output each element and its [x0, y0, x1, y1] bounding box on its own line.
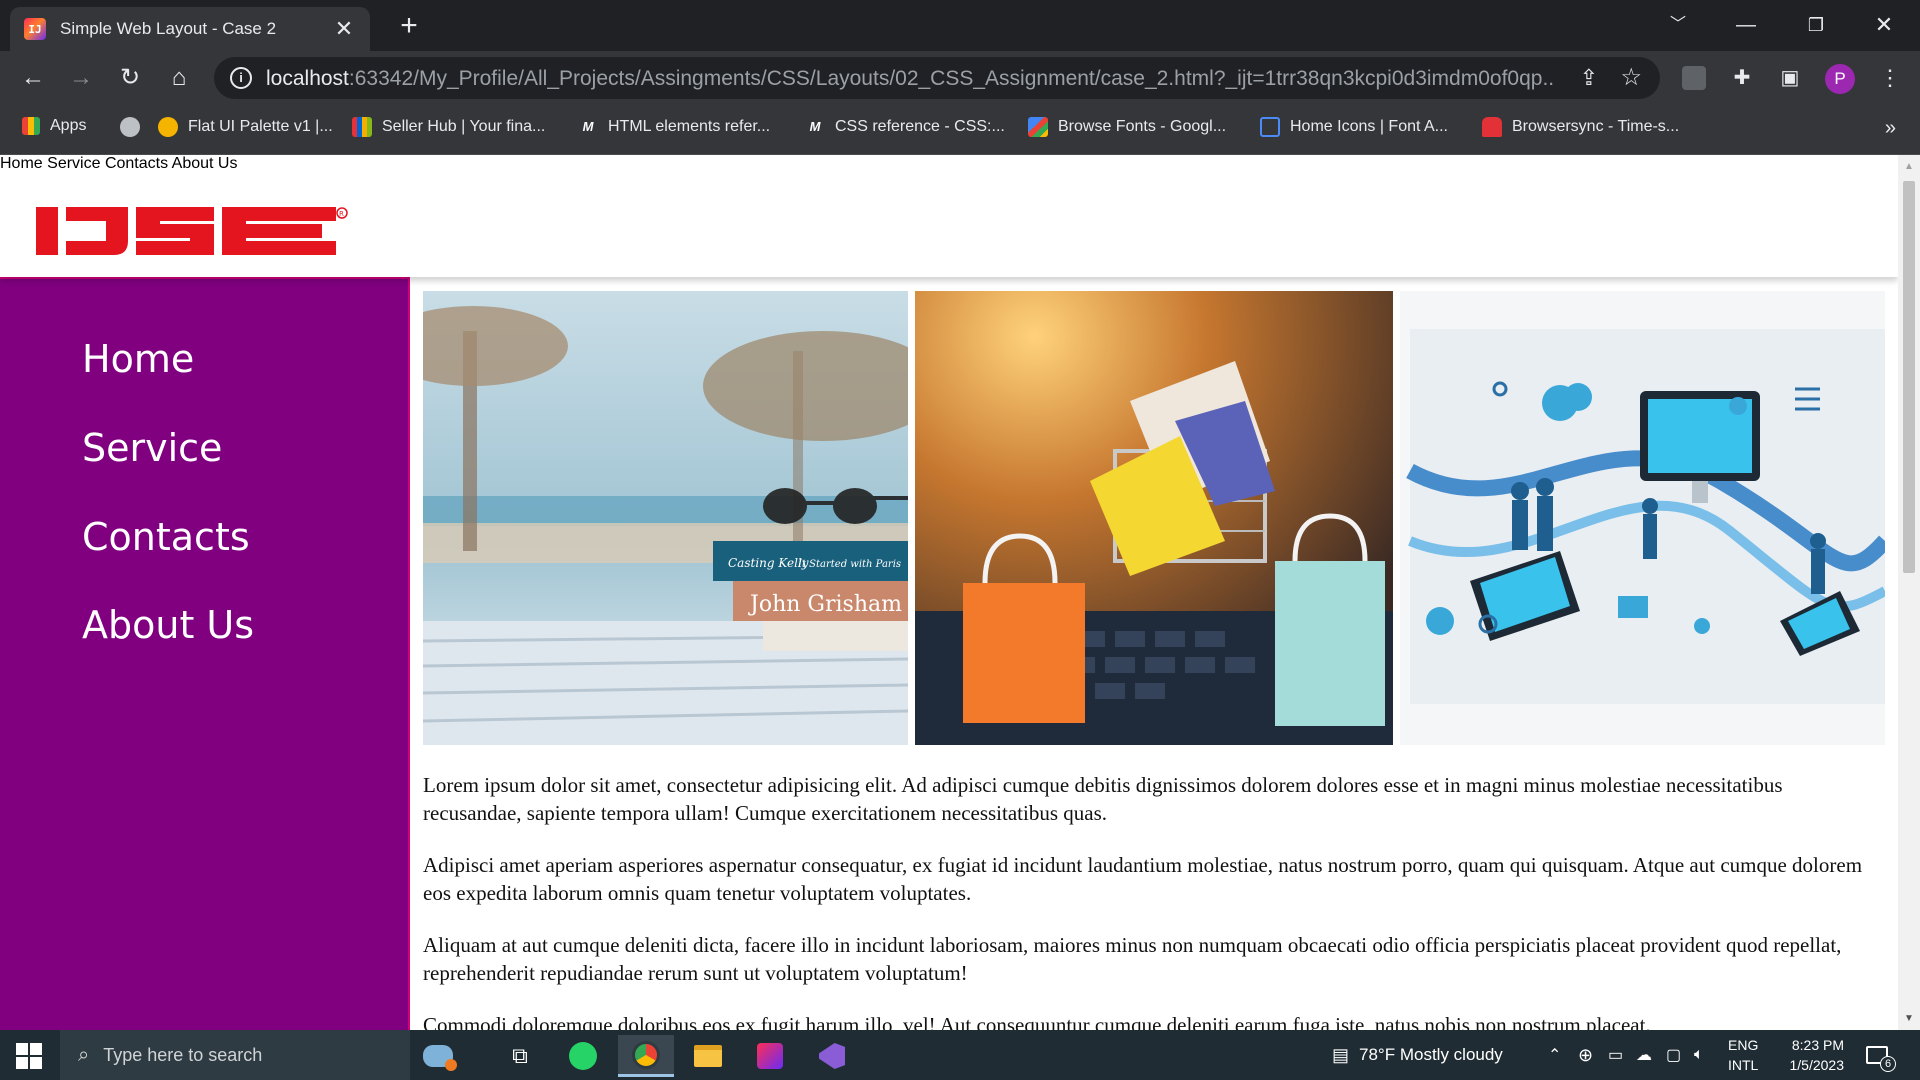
top-nav-home[interactable]: Home: [0, 155, 43, 172]
bookmark-css-reference[interactable]: M CSS reference - CSS:...: [805, 117, 1005, 137]
intellij-favicon-icon: IJ: [24, 18, 46, 40]
extensions-puzzle-icon[interactable]: ✚: [1728, 64, 1756, 92]
taskbar-search-input[interactable]: ⌕ Type here to search: [60, 1030, 410, 1080]
tab-search-chevron-icon[interactable]: ﹀: [1650, 8, 1706, 42]
new-tab-button[interactable]: +: [393, 10, 425, 42]
content-paragraph-4: Commodi doloremque doloribus eos ex fugi…: [423, 1013, 1651, 1030]
scroll-down-arrow-icon[interactable]: ▼: [1904, 1013, 1914, 1024]
notification-icon: 6: [1866, 1046, 1896, 1072]
notification-count-badge: 6: [1880, 1056, 1896, 1072]
tab-title: Simple Web Layout - Case 2: [60, 19, 277, 38]
seller-hub-icon: [352, 117, 372, 137]
address-bar[interactable]: i localhost:63342/My_Profile/All_Project…: [214, 57, 1660, 99]
top-nav-about-us[interactable]: About Us: [172, 155, 238, 172]
windows-taskbar: ⌕ Type here to search ⧉ ▤ 78°F Mostly cl…: [0, 1030, 1920, 1080]
bookmark-html-elements[interactable]: M HTML elements refer...: [578, 117, 771, 137]
cloud-sync-icon[interactable]: ☁: [1636, 1030, 1652, 1080]
home-button[interactable]: ⌂: [162, 61, 196, 95]
display-icon[interactable]: ▢: [1666, 1030, 1681, 1080]
weather-news-icon: ▤: [1332, 1044, 1350, 1065]
scroll-thumb[interactable]: [1903, 181, 1915, 573]
content-paragraph-1: Lorem ipsum dolor sit amet, consectetur …: [423, 773, 1783, 825]
visual-studio-icon[interactable]: [804, 1035, 860, 1077]
shopping-cart-image: [915, 291, 1393, 745]
profile-avatar[interactable]: P: [1825, 64, 1855, 94]
page-scrollbar[interactable]: ▲ ▼: [1898, 155, 1920, 1030]
scroll-up-arrow-icon[interactable]: ▲: [1904, 161, 1914, 172]
bookmarks-overflow-icon[interactable]: »: [1885, 117, 1896, 140]
network-globe-icon[interactable]: ⊕: [1578, 1030, 1593, 1080]
file-explorer-icon[interactable]: [680, 1035, 736, 1077]
windows-start-icon[interactable]: [16, 1043, 42, 1069]
side-nav-home[interactable]: Home: [82, 337, 194, 381]
side-nav-about-us[interactable]: About Us: [82, 603, 254, 647]
tray-chevron-icon[interactable]: ⌃: [1548, 1030, 1561, 1080]
top-nav-contacts[interactable]: Contacts: [105, 155, 168, 172]
notifications-button[interactable]: 6: [1866, 1030, 1896, 1080]
browser-toolbar: ← → ↻ ⌂ i localhost:63342/My_Profile/All…: [0, 51, 1920, 105]
font-awesome-flag-icon: [1260, 117, 1280, 137]
address-bar-url[interactable]: localhost:63342/My_Profile/All_Projects/…: [266, 67, 1556, 91]
weather-status[interactable]: ▤ 78°F Mostly cloudy: [1332, 1030, 1503, 1080]
reload-button[interactable]: ↻: [113, 61, 147, 95]
bookmark-font-awesome[interactable]: Home Icons | Font A...: [1260, 117, 1448, 137]
bookmark-browsersync[interactable]: Browsersync - Time-s...: [1482, 117, 1679, 137]
svg-text:It Started with Paris: It Started with Paris: [797, 559, 901, 570]
mdn-icon: M: [809, 119, 821, 134]
tab-close-icon[interactable]: ✕: [332, 16, 356, 42]
task-view-icon[interactable]: ⧉: [492, 1035, 548, 1077]
minimize-button[interactable]: —: [1718, 8, 1774, 42]
battery-icon[interactable]: ▭: [1608, 1030, 1623, 1080]
side-nav-contacts[interactable]: Contacts: [82, 515, 250, 559]
side-panel-icon[interactable]: ▣: [1776, 64, 1804, 92]
page-viewport: R Home Service Contacts About Us Home Se…: [0, 155, 1898, 1030]
language-indicator[interactable]: ENG INTL: [1728, 1030, 1758, 1080]
bookmark-flat-ui[interactable]: Flat UI Palette v1 |...: [158, 117, 333, 137]
top-nav-service[interactable]: Service: [47, 155, 100, 172]
extension-icon[interactable]: [1682, 66, 1706, 90]
site-header: R Home Service Contacts About Us: [0, 155, 1898, 277]
svg-text:John Grisham: John Grisham: [748, 592, 902, 617]
side-nav-service[interactable]: Service: [82, 426, 222, 470]
palette-icon: [158, 117, 178, 137]
bookmark-star-icon[interactable]: ☆: [1620, 63, 1642, 92]
svg-text:R: R: [339, 210, 344, 218]
google-fonts-icon: [1028, 117, 1048, 137]
share-icon[interactable]: ⇪: [1580, 65, 1598, 91]
bookmark-google-fonts[interactable]: Browse Fonts - Googl...: [1028, 117, 1226, 137]
top-nav: Home Service Contacts About Us: [0, 155, 1898, 173]
content-paragraph-2: Adipisci amet aperiam asperiores asperna…: [423, 853, 1863, 905]
forward-button[interactable]: →: [64, 61, 98, 95]
browsersync-icon: [1482, 117, 1502, 137]
search-icon: ⌕: [78, 1043, 90, 1066]
menu-kebab-icon[interactable]: ⋮: [1876, 64, 1904, 92]
intellij-taskbar-icon[interactable]: [742, 1035, 798, 1077]
globe-icon: [120, 117, 140, 137]
apps-grid-icon: [22, 117, 40, 135]
beach-books-image: Casting Kelly It Started with Paris John…: [423, 291, 908, 745]
svg-text:Casting Kelly: Casting Kelly: [728, 556, 809, 570]
bookmarks-bar: Apps Flat UI Palette v1 |... Seller Hub …: [0, 105, 1920, 155]
bookmark-seller-hub[interactable]: Seller Hub | Your fina...: [352, 117, 545, 137]
whatsapp-icon[interactable]: [555, 1035, 611, 1077]
volume-icon[interactable]: 🔈︎: [1694, 1030, 1704, 1080]
technology-network-image: [1400, 291, 1885, 745]
close-window-button[interactable]: ✕: [1856, 8, 1912, 42]
mdn-icon: M: [582, 119, 594, 134]
bookmark-apps[interactable]: Apps: [22, 117, 86, 135]
weather-widget-icon[interactable]: [410, 1035, 466, 1077]
clock[interactable]: 8:23 PM 1/5/2023: [1782, 1030, 1845, 1080]
chrome-taskbar-icon[interactable]: [618, 1035, 674, 1077]
site-info-icon[interactable]: i: [230, 67, 252, 89]
browser-tab-strip: IJ Simple Web Layout - Case 2 ✕ + ﹀ — ❐ …: [0, 0, 1920, 51]
ijse-logo[interactable]: R: [36, 207, 348, 255]
browser-tab[interactable]: IJ Simple Web Layout - Case 2 ✕: [10, 7, 370, 51]
restore-button[interactable]: ❐: [1788, 8, 1844, 42]
sidebar: Home Service Contacts About Us: [0, 277, 410, 1030]
back-button[interactable]: ←: [16, 61, 50, 95]
bookmark-globe[interactable]: [120, 117, 150, 137]
content-paragraph-3: Aliquam at aut cumque deleniti dicta, fa…: [423, 933, 1842, 985]
